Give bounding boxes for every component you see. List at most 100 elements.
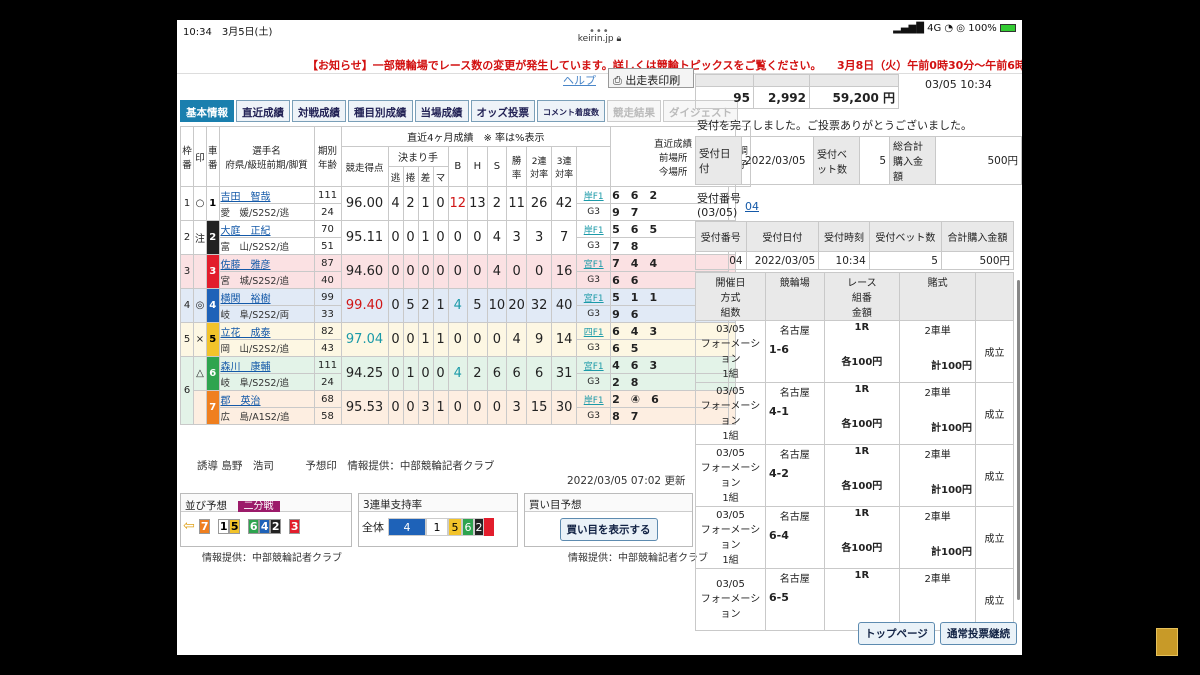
scrollbar[interactable] <box>1017 280 1020 600</box>
support-segment: 5 <box>448 518 462 536</box>
notice-banner[interactable]: 【お知らせ】一部競輪場でレース数の変更が発生しています。詳しくは競輪トピックスを… <box>177 52 1022 74</box>
header-kimarite: 決まり手 <box>387 146 449 167</box>
ren2-rate: 0 <box>526 254 553 289</box>
bet-date: 03/05 <box>716 385 745 397</box>
bet-type: 2車単 <box>924 326 951 337</box>
tab-1[interactable]: 直近成績 <box>236 100 290 122</box>
racer-pref: 愛 媛/S2S2/逃 <box>218 203 315 221</box>
ren3-rate: 42 <box>551 186 578 221</box>
tab-3[interactable]: 種目別成績 <box>348 100 413 122</box>
mark-cell: 注 <box>193 220 207 255</box>
mark-cell: ○ <box>193 186 207 221</box>
prev-label[interactable]: 宮F1 <box>576 254 612 272</box>
ren2-rate: 9 <box>526 322 553 357</box>
prev-label[interactable]: 岸F1 <box>576 390 612 408</box>
tab-7[interactable]: 競走結果 <box>607 100 661 122</box>
racer-name-link[interactable]: 郡 英治 <box>218 390 315 408</box>
kimarite-3: 0 <box>432 186 449 221</box>
car-number: 5 <box>206 322 220 357</box>
ren2-rate: 26 <box>526 186 553 221</box>
kimarite-1: 0 <box>402 390 419 425</box>
bets-header-race: レース 組番 金額 <box>823 272 901 321</box>
kimarite-0: 0 <box>387 220 404 255</box>
tab-5[interactable]: オッズ投票 <box>470 100 535 122</box>
kimarite-0: 0 <box>387 356 404 391</box>
racer-name-link[interactable]: 佐藤 雅彦 <box>218 254 315 272</box>
bet-sets: 1組 <box>722 554 739 566</box>
bet-type-cell: 2車単 計100円 <box>899 444 976 507</box>
waku-cell: 2 <box>180 220 194 255</box>
prev-label[interactable]: 岸F1 <box>576 186 612 204</box>
bet-total: 計100円 <box>931 423 972 434</box>
kimarite-2: 0 <box>417 356 434 391</box>
cur-label: G3 <box>576 305 612 323</box>
bet-date-method: 03/05 フォーメーション <box>695 568 766 631</box>
bet-sets: 1組 <box>722 492 739 504</box>
kimarite-0: 0 <box>387 322 404 357</box>
bet-combo: 6-5 <box>769 591 789 604</box>
bet-combo: 1-6 <box>769 343 789 356</box>
racer-period: 111 <box>313 186 342 204</box>
tab-4[interactable]: 当場成績 <box>414 100 469 122</box>
notice-text: 【お知らせ】一部競輪場でレース数の変更が発生しています。詳しくは競輪トピックスを… <box>307 59 822 72</box>
receipt-date-label: 受付日付 <box>695 136 742 185</box>
cur-label: G3 <box>576 237 612 255</box>
top-page-button[interactable]: トップページ <box>858 622 935 645</box>
racer-age: 58 <box>313 407 342 425</box>
h-count: 0 <box>467 322 488 357</box>
print-button[interactable]: ⎙ 出走表印刷 <box>608 68 694 88</box>
header-k1: 捲 <box>402 166 419 187</box>
support-segment: 4 <box>388 518 426 536</box>
tab-2[interactable]: 対戦成績 <box>292 100 346 122</box>
bet-venue: 名古屋 <box>779 450 810 461</box>
header-period: 期別 年齢 <box>313 126 342 187</box>
continue-voting-button[interactable]: 通常投票継続 <box>940 622 1017 645</box>
prev-label[interactable]: 宮F1 <box>576 288 612 306</box>
bet-race-cell: 1R 各100円 <box>823 382 901 445</box>
racer-period: 68 <box>313 390 342 408</box>
bet-method: フォーメーション <box>700 338 761 365</box>
h-count: 0 <box>467 220 488 255</box>
b-count: 0 <box>447 254 469 289</box>
racer-period: 82 <box>313 322 342 340</box>
kimarite-2: 1 <box>417 186 434 221</box>
bet-combo: 4-1 <box>769 405 789 418</box>
notice-time: 3月8日（火）午前0時30分～午前6時 <box>837 59 1022 72</box>
prev-label[interactable]: 宮F1 <box>576 356 612 374</box>
racer-name-link[interactable]: 大庭 正紀 <box>218 220 315 238</box>
receipt-bet: 5 <box>859 136 890 185</box>
mark-cell <box>193 254 207 289</box>
header-S: S <box>486 146 508 187</box>
narabi-car: 4 <box>259 519 271 534</box>
header-recent4: 直近4ヶ月成績 ※ 率は%表示 <box>340 126 612 147</box>
bet-each: 各100円 <box>841 357 883 368</box>
detail-value-4: 500円 <box>940 251 1015 270</box>
narabi-box: 並び予想 二分戦 ⇦ 7156423 <box>180 493 352 547</box>
kimarite-0: 0 <box>387 254 404 289</box>
tab-6[interactable]: コメント着度数 <box>537 100 605 122</box>
receipt-bet-label: 受付ベット数 <box>813 136 860 185</box>
prev-label[interactable]: 四F1 <box>576 322 612 340</box>
racer-name-link[interactable]: 横関 裕樹 <box>218 288 315 306</box>
racer-name-link[interactable]: 吉田 智哉 <box>218 186 315 204</box>
s-count: 4 <box>486 220 508 255</box>
show-kaime-button[interactable]: 買い目を表示する <box>559 518 658 541</box>
bet-each: 各100円 <box>841 419 883 430</box>
help-link[interactable]: ヘルプ <box>563 72 596 88</box>
address-bar[interactable]: keirin.jp 🔒︎ <box>177 34 1022 52</box>
racer-name-link[interactable]: 森川 康輔 <box>218 356 315 374</box>
car-number: 3 <box>206 254 220 289</box>
prev-label[interactable]: 岸F1 <box>576 220 612 238</box>
guide-info: 誘導 島野 浩司 予想印 情報提供：中部競輪記者クラブ <box>197 460 495 472</box>
tab-0[interactable]: 基本情報 <box>180 100 234 122</box>
kimarite-2: 1 <box>417 322 434 357</box>
kaime-box: 買い目予想 買い目を表示する <box>524 493 693 547</box>
racer-name-link[interactable]: 立花 成泰 <box>218 322 315 340</box>
waku-cell: 5 <box>180 322 194 357</box>
receipt-no-link[interactable]: 04 <box>745 200 759 213</box>
bet-venue: 名古屋 <box>779 512 810 523</box>
bet-venue: 名古屋 <box>779 388 810 399</box>
kimarite-1: 1 <box>402 356 419 391</box>
support-segment: 6 <box>462 518 474 536</box>
detail-header-0: 受付番号 <box>695 221 747 252</box>
